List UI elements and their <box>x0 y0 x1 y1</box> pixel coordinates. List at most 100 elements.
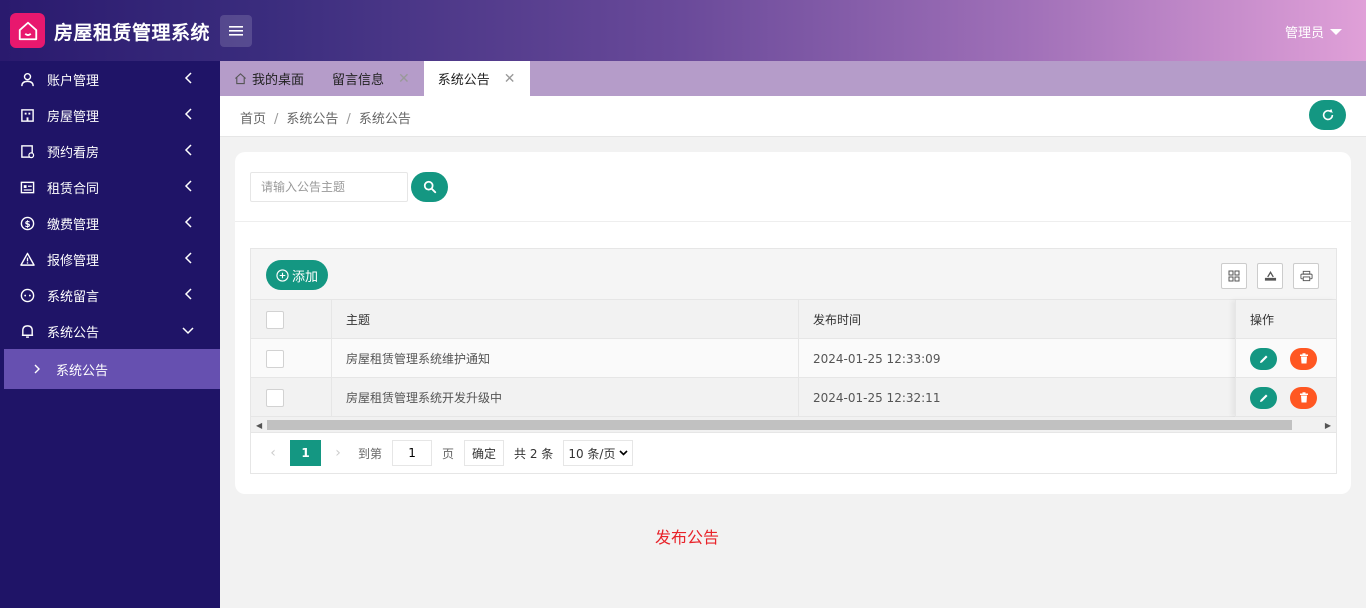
close-icon[interactable]: ✕ <box>398 71 410 87</box>
edit-button[interactable] <box>1250 347 1277 370</box>
grid-icon <box>1228 270 1240 282</box>
cell-actions <box>1250 339 1317 378</box>
column-header-actions: 操作 <box>1250 313 1275 327</box>
sidebar-item-messages[interactable]: 系统留言 <box>0 277 220 313</box>
breadcrumb-separator: / <box>346 112 351 127</box>
cell-time: 2024-01-25 12:33:09 <box>813 351 941 366</box>
chevron-left-icon <box>184 288 192 300</box>
bell-icon <box>19 323 35 339</box>
column-header-title: 主题 <box>346 313 371 327</box>
tab-label: 我的桌面 <box>252 73 305 88</box>
page-unit-label: 页 <box>442 446 455 461</box>
checkbox-box[interactable] <box>266 388 284 407</box>
checkbox-box[interactable] <box>266 310 284 329</box>
user-name: 管理员 <box>1284 26 1324 41</box>
sidebar-item-label: 租赁合同 <box>47 181 100 197</box>
column-divider <box>798 378 799 417</box>
sidebar-item-label: 系统公告 <box>47 325 100 341</box>
pagination: ‹ 1 › 到第 页 确定 共 2 条 10 条/页 <box>251 432 1336 473</box>
caret-down-icon <box>1330 28 1342 35</box>
add-button[interactable]: 添加 <box>266 260 328 290</box>
app-title: 房屋租赁管理系统 <box>54 22 211 44</box>
chevron-left-icon <box>184 180 192 192</box>
search-button[interactable] <box>411 172 448 202</box>
scrollbar-thumb[interactable] <box>267 420 1292 430</box>
tab-messages[interactable]: 留言信息 ✕ <box>318 61 424 96</box>
edit-button[interactable] <box>1250 386 1277 409</box>
plus-circle-icon <box>276 268 289 282</box>
scroll-left-icon[interactable]: ◀ <box>256 421 262 430</box>
dollar-icon: $ <box>19 215 35 231</box>
column-divider <box>798 339 799 378</box>
goto-label: 到第 <box>358 446 383 461</box>
user-menu[interactable]: 管理员 <box>1285 22 1342 41</box>
sidebar-subitem-notices[interactable]: 系统公告 <box>4 349 220 389</box>
close-icon[interactable]: ✕ <box>504 71 516 87</box>
divider <box>235 221 1351 222</box>
total-count: 共 2 条 <box>514 446 554 461</box>
cell-title: 房屋租赁管理系统维护通知 <box>346 352 491 366</box>
checkbox-box[interactable] <box>266 349 284 368</box>
chevron-down-icon <box>619 450 629 456</box>
print-button[interactable] <box>1293 263 1319 289</box>
table-row: 房屋租赁管理系统开发升级中 2024-01-25 12:32:11 <box>251 378 1336 417</box>
tab-notices[interactable]: 系统公告 ✕ <box>423 61 530 96</box>
main-card: 添加 主题 发布时间 操作 房屋租赁管理系统维护通知 <box>235 152 1351 494</box>
sidebar-item-label: 报修管理 <box>47 253 100 269</box>
export-button[interactable] <box>1257 263 1283 289</box>
horizontal-scrollbar[interactable]: ◀ ▶ <box>251 417 1336 432</box>
export-icon <box>1264 271 1276 281</box>
delete-button[interactable] <box>1290 347 1317 370</box>
warning-icon <box>19 251 35 267</box>
user-icon <box>19 71 35 87</box>
prev-page-icon[interactable]: ‹ <box>261 445 285 461</box>
search-input[interactable] <box>250 172 408 202</box>
sidebar-item-label: 房屋管理 <box>47 109 100 125</box>
goto-page-input[interactable] <box>392 440 433 466</box>
sidebar-item-label: 缴费管理 <box>47 217 100 233</box>
sidebar-item-houses[interactable]: 房屋管理 <box>0 97 220 133</box>
sidebar-item-payments[interactable]: $ 缴费管理 <box>0 205 220 241</box>
top-header: 房屋租赁管理系统 管理员 <box>0 0 1366 61</box>
sidebar-item-accounts[interactable]: 账户管理 <box>0 61 220 97</box>
scroll-right-icon[interactable]: ▶ <box>1325 421 1331 430</box>
column-divider <box>1235 339 1236 378</box>
table-header: 主题 发布时间 操作 <box>251 300 1336 339</box>
trash-icon <box>1299 392 1308 403</box>
next-page-icon[interactable]: › <box>326 445 350 461</box>
sidebar-item-repairs[interactable]: 报修管理 <box>0 241 220 277</box>
column-header-time: 发布时间 <box>813 313 862 327</box>
row-checkbox[interactable] <box>266 339 284 378</box>
chevron-left-icon <box>184 72 192 84</box>
refresh-button[interactable] <box>1309 100 1346 130</box>
svg-text:$: $ <box>24 218 30 228</box>
cell-actions <box>1250 378 1317 417</box>
column-divider <box>1235 378 1236 417</box>
sidebar-item-label: 账户管理 <box>47 73 100 89</box>
tab-desktop[interactable]: 我的桌面 <box>220 61 318 96</box>
footer-caption: 发布公告 <box>655 528 720 547</box>
current-page[interactable]: 1 <box>290 440 321 466</box>
home-icon <box>235 73 246 85</box>
menu-toggle-button[interactable] <box>220 15 252 47</box>
chevron-down-icon <box>182 327 194 335</box>
sidebar-item-notices[interactable]: 系统公告 <box>0 313 220 349</box>
contract-icon <box>19 179 35 195</box>
hamburger-icon <box>229 26 243 36</box>
page-size-select[interactable]: 10 条/页 <box>563 440 634 466</box>
chevron-left-icon <box>184 252 192 264</box>
sidebar-item-viewing[interactable]: 预约看房 <box>0 133 220 169</box>
house-logo-icon <box>10 13 45 48</box>
columns-filter-button[interactable] <box>1221 263 1247 289</box>
breadcrumb-home[interactable]: 首页 <box>240 112 266 127</box>
breadcrumb: 首页 / 系统公告 / 系统公告 <box>240 108 411 127</box>
sidebar-subitem-label: 系统公告 <box>56 363 109 379</box>
breadcrumb-level1[interactable]: 系统公告 <box>286 112 338 127</box>
row-checkbox[interactable] <box>266 378 284 417</box>
delete-button[interactable] <box>1290 386 1317 409</box>
goto-confirm-button[interactable]: 确定 <box>464 440 505 466</box>
search-icon <box>423 180 436 194</box>
sidebar-item-contracts[interactable]: 租赁合同 <box>0 169 220 205</box>
data-table: 添加 主题 发布时间 操作 房屋租赁管理系统维护通知 2024-01-25 12… <box>250 248 1337 474</box>
select-all-checkbox[interactable] <box>266 300 284 339</box>
